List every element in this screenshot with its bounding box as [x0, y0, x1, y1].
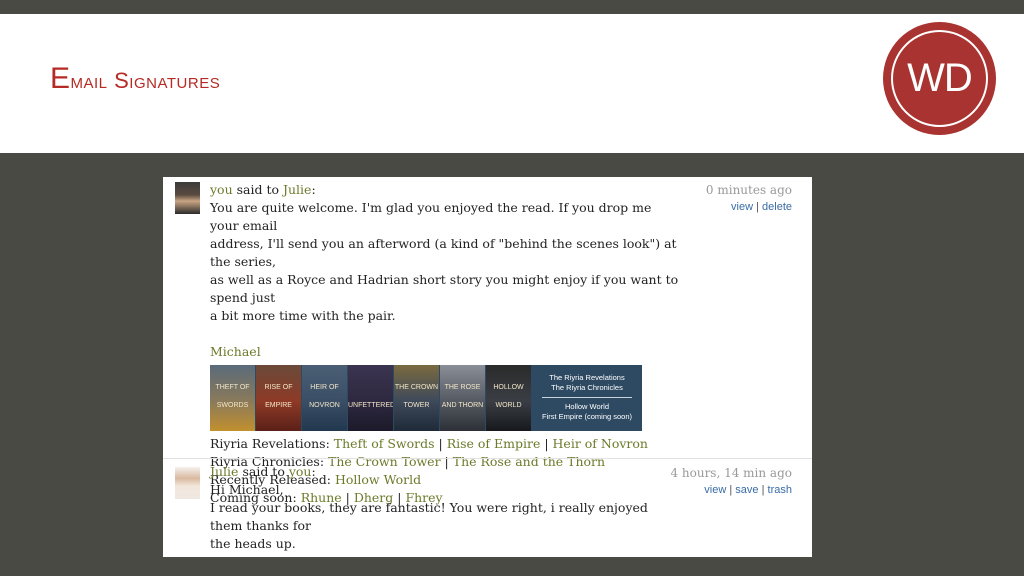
comment-item: you said to Julie: You are quite welcome…: [163, 177, 812, 505]
recipient-link[interactable]: Julie: [283, 182, 311, 197]
comment-panel: you said to Julie: You are quite welcome…: [163, 177, 812, 557]
promo-line: The Riyria Chronicles: [551, 383, 623, 392]
message-line: You are quite welcome. I'm glad you enjo…: [210, 200, 652, 233]
book-cover: THE CROWN TOWER: [394, 365, 439, 431]
book-link[interactable]: Rise of Empire: [447, 436, 541, 451]
promo-divider: [542, 397, 632, 398]
comment-item: Julie said to you: Hi Michael, I read yo…: [163, 458, 812, 557]
book-link[interactable]: Heir of Novron: [553, 436, 648, 451]
save-link[interactable]: save: [735, 484, 758, 496]
series-promo: The Riyria Revelations The Riyria Chroni…: [532, 365, 642, 431]
comment-actions: view | save | trash: [704, 484, 792, 496]
signature-name-link[interactable]: Michael: [210, 344, 261, 359]
promo-line: First Empire (coming soon): [541, 412, 633, 421]
comment-meta: 0 minutes ago view | delete: [706, 181, 792, 215]
message-line: julie: [210, 553, 680, 557]
comment-meta: 4 hours, 14 min ago view | save | trash: [670, 464, 792, 498]
message-line: a bit more time with the pair.: [210, 308, 396, 323]
book-banner[interactable]: THEFT OF SWORDS RISE OF EMPIRE HEIR OF N…: [210, 365, 642, 431]
promo-line: The Riyria Revelations: [549, 373, 625, 382]
timestamp: 0 minutes ago: [705, 183, 792, 197]
timestamp: 4 hours, 14 min ago: [670, 466, 792, 480]
author-link[interactable]: you: [210, 182, 233, 197]
author-link[interactable]: Julie: [210, 464, 238, 479]
book-cover: THEFT OF SWORDS: [210, 365, 255, 431]
comment-header: you said to Julie:: [210, 182, 316, 197]
book-cover: HOLLOW WORLD: [486, 365, 531, 431]
comment-actions: view | delete: [731, 201, 792, 213]
recipient-link[interactable]: you: [289, 464, 312, 479]
logo-text: WD: [907, 56, 973, 100]
book-cover: RISE OF EMPIRE: [256, 365, 301, 431]
avatar: [175, 182, 200, 214]
promo-line: Hollow World: [564, 402, 610, 411]
signature-name: Michael: [210, 343, 680, 361]
series-list: Riyria Revelations: Theft of Swords | Ri…: [210, 436, 648, 451]
message-line: I read your books, they are fantastic! Y…: [210, 500, 648, 533]
said-to-text: said to: [236, 182, 280, 197]
comment-header: Julie said to you:: [210, 464, 316, 479]
page-title: Email Signatures: [50, 62, 221, 95]
book-cover: UNFETTERED: [348, 365, 393, 431]
wd-logo: WD: [883, 22, 996, 135]
delete-link[interactable]: delete: [762, 201, 792, 213]
message-line: as well as a Royce and Hadrian short sto…: [210, 272, 679, 305]
message-line: the heads up.: [210, 536, 296, 551]
message-line: address, I'll send you an afterword (a k…: [210, 236, 677, 269]
view-link[interactable]: view: [704, 484, 726, 496]
top-band: [0, 0, 1024, 14]
trash-link[interactable]: trash: [768, 484, 792, 496]
said-to-text: said to: [242, 464, 285, 479]
comment-body: Julie said to you: Hi Michael, I read yo…: [210, 463, 680, 557]
book-cover: HEIR OF NOVRON: [302, 365, 347, 431]
message-line: Hi Michael,: [210, 482, 284, 497]
avatar: [175, 467, 200, 499]
book-cover: THE ROSE AND THORN: [440, 365, 485, 431]
view-link[interactable]: view: [731, 201, 753, 213]
book-link[interactable]: Theft of Swords: [334, 436, 435, 451]
